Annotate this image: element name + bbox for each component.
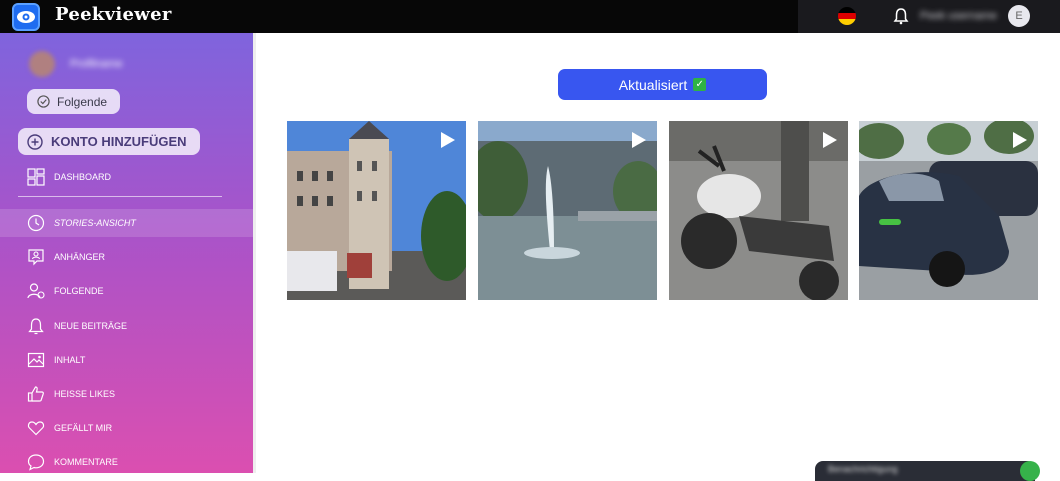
app-title: Peekviewer — [55, 4, 172, 25]
play-icon — [1013, 132, 1027, 148]
following-icon — [27, 283, 45, 299]
sidebar: Profilname Folgende KONTO HINZUFÜGEN DAS… — [0, 33, 253, 473]
profile-avatar[interactable] — [29, 51, 55, 77]
dashboard-grid-icon — [27, 168, 45, 186]
play-icon — [823, 132, 837, 148]
image-icon — [27, 352, 45, 368]
story-thumbnail[interactable] — [478, 121, 657, 300]
sidebar-item-stories[interactable]: STORIES-ANSICHT — [0, 209, 253, 237]
sidebar-item-label: DASHBOARD — [54, 172, 112, 182]
header-avatar[interactable]: E — [1008, 5, 1030, 27]
thumbs-up-icon — [27, 386, 44, 402]
top-bar: Peekviewer Peek username E — [0, 0, 1060, 33]
sidebar-item-label: STORIES-ANSICHT — [54, 218, 136, 228]
story-thumbnail[interactable] — [859, 121, 1038, 300]
refresh-button-label: Aktualisiert — [618, 76, 688, 93]
sidebar-item-dashboard[interactable]: DASHBOARD — [0, 163, 253, 191]
play-icon — [441, 132, 455, 148]
main-scrollbar[interactable] — [253, 33, 256, 473]
sidebar-item-label: INHALT — [54, 355, 86, 365]
check-mark-icon: ✓ — [693, 78, 707, 91]
follow-status-label: Folgende — [57, 94, 108, 109]
follow-status-button[interactable]: Folgende — [27, 89, 120, 114]
language-flag-icon[interactable] — [838, 7, 856, 25]
profile-name[interactable]: Profilname — [70, 58, 123, 70]
add-account-button[interactable]: KONTO HINZUFÜGEN — [18, 128, 200, 155]
sidebar-item-new-posts[interactable]: NEUE BEITRÄGE — [0, 312, 253, 340]
followers-icon — [28, 249, 44, 266]
app-logo-eye-icon[interactable] — [12, 3, 40, 31]
toast-status-indicator — [1020, 461, 1040, 481]
sidebar-item-label: HEISSE LIKES — [54, 389, 116, 399]
clock-icon — [27, 214, 45, 232]
sidebar-item-label: KOMMENTARE — [54, 457, 118, 467]
story-thumbnail[interactable] — [287, 121, 466, 300]
heart-icon — [27, 421, 45, 436]
add-account-label: KONTO HINZUFÜGEN — [51, 134, 187, 149]
story-thumbnail[interactable] — [669, 121, 848, 300]
plus-circle-icon — [27, 133, 43, 150]
sidebar-divider — [18, 196, 222, 197]
sidebar-item-hot-likes[interactable]: HEISSE LIKES — [0, 380, 253, 408]
sidebar-item-label: FOLGENDE — [54, 286, 104, 296]
check-circle-icon — [37, 95, 50, 108]
notification-bell-icon[interactable] — [893, 7, 909, 25]
sidebar-item-following[interactable]: FOLGENDE — [0, 277, 253, 305]
header-username[interactable]: Peek username — [920, 10, 997, 22]
play-icon — [632, 132, 646, 148]
bell-outline-icon — [28, 318, 44, 335]
refresh-button[interactable]: Aktualisiert ✓ — [558, 69, 767, 100]
sidebar-item-followers[interactable]: ANHÄNGER — [0, 243, 253, 271]
sidebar-item-content[interactable]: INHALT — [0, 346, 253, 374]
sidebar-item-liked[interactable]: GEFÄLLT MIR — [0, 414, 253, 442]
sidebar-item-label: GEFÄLLT MIR — [54, 423, 113, 433]
sidebar-item-comments[interactable]: KOMMENTARE — [0, 448, 253, 476]
comment-icon — [27, 454, 45, 471]
sidebar-item-label: ANHÄNGER — [54, 252, 106, 262]
sidebar-item-label: NEUE BEITRÄGE — [54, 321, 128, 331]
